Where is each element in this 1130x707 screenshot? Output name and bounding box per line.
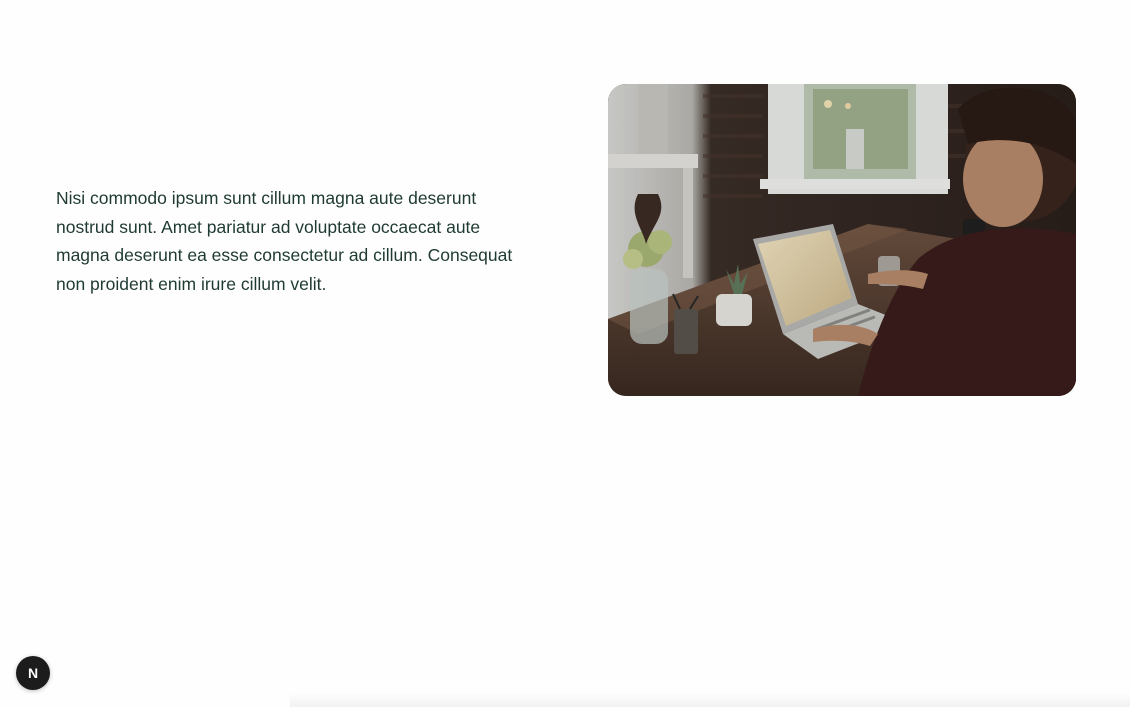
hero-photo [608, 84, 1076, 396]
text-section: Nisi commodo ipsum sunt cillum magna aut… [56, 184, 536, 298]
office-photo-illustration [608, 84, 1076, 396]
nextjs-dev-badge[interactable]: N [16, 656, 50, 690]
bottom-shadow-band [290, 693, 1130, 707]
page: Nisi commodo ipsum sunt cillum magna aut… [0, 0, 1130, 707]
hero-description: Nisi commodo ipsum sunt cillum magna aut… [56, 188, 513, 294]
nextjs-logo-icon: N [27, 665, 39, 681]
